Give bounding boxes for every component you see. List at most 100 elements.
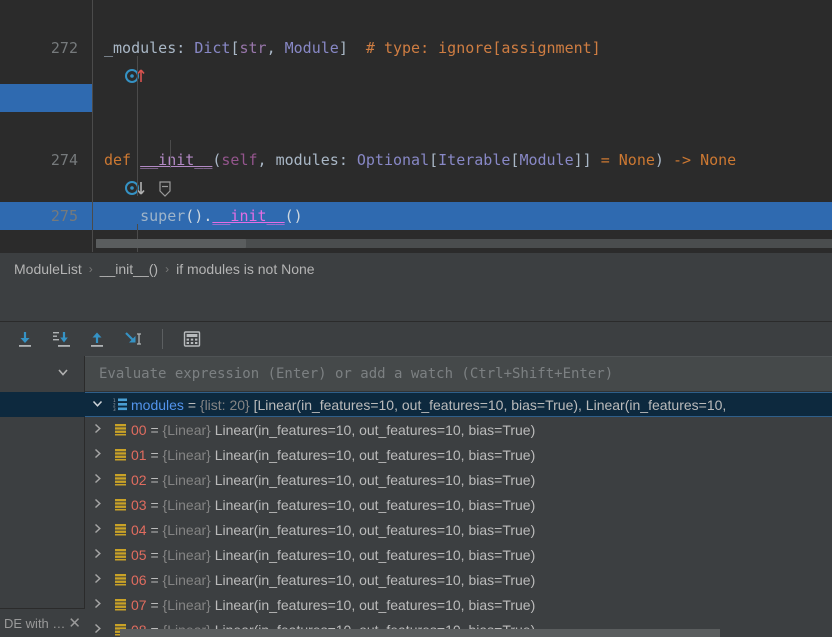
svg-text:3: 3: [113, 407, 116, 412]
code-text: super().__init__(): [104, 202, 303, 230]
code-line-271[interactable]: 271: [0, 0, 832, 6]
object-variable-icon: [109, 573, 131, 586]
object-variable-icon: [109, 548, 131, 561]
code-line-273[interactable]: 273: [0, 90, 832, 118]
chevron-right-icon[interactable]: [85, 447, 109, 463]
code-text: def __init__(self, modules: Optional[Ite…: [104, 146, 736, 174]
variable-value: [Linear(in_features=10, out_features=10,…: [254, 397, 727, 413]
override-down-icon[interactable]: [52, 146, 78, 174]
variable-equals: =: [150, 472, 158, 488]
variable-value: Linear(in_features=10, out_features=10, …: [215, 422, 536, 438]
panel-spacer: [0, 284, 832, 322]
status-text: DE with …: [4, 616, 65, 631]
object-variable-icon: [109, 423, 131, 436]
status-notification-chip[interactable]: DE with … ✕: [0, 608, 85, 637]
breadcrumb-separator-icon: ›: [89, 262, 93, 276]
variable-index: 03: [131, 497, 147, 513]
close-icon[interactable]: ✕: [68, 614, 81, 632]
object-variable-icon: [109, 448, 131, 461]
step-over-icon[interactable]: [10, 325, 40, 353]
breadcrumb-item-statement[interactable]: if modules is not None: [176, 261, 315, 277]
evaluate-expression-bar: Evaluate expression (Enter) or add a wat…: [0, 356, 832, 392]
fold-collapse-icon[interactable]: [84, 146, 102, 174]
frames-panel[interactable]: [0, 392, 85, 637]
variable-value: Linear(in_features=10, out_features=10, …: [215, 497, 536, 513]
chevron-down-icon[interactable]: [56, 365, 70, 384]
breadcrumb-item-class[interactable]: ModuleList: [14, 261, 82, 277]
override-up-icon[interactable]: [52, 34, 78, 62]
variable-index: 04: [131, 522, 147, 538]
step-out-icon[interactable]: [82, 325, 112, 353]
object-variable-icon: [109, 523, 131, 536]
variable-index: 06: [131, 572, 147, 588]
frames-panel-selected-strip: [0, 392, 85, 417]
variable-value: Linear(in_features=10, out_features=10, …: [215, 597, 536, 613]
variable-index: 05: [131, 547, 147, 563]
gutter-divider: [92, 0, 93, 252]
chevron-right-icon[interactable]: [85, 422, 109, 438]
variables-panel[interactable]: 1 2 3 modules = {list: 20} [Linear(in_fe…: [0, 392, 832, 637]
editor-hscrollbar-thumb[interactable]: [96, 239, 246, 248]
variable-row[interactable]: 01 = {Linear} Linear(in_features=10, out…: [85, 442, 832, 467]
variable-value: Linear(in_features=10, out_features=10, …: [215, 572, 536, 588]
variable-type: {Linear}: [163, 422, 211, 438]
variable-equals: =: [150, 547, 158, 563]
debugger-toolbar: [0, 322, 832, 356]
variable-equals: =: [150, 497, 158, 513]
variable-equals: =: [150, 447, 158, 463]
variable-type: {Linear}: [163, 447, 211, 463]
variable-equals: =: [150, 597, 158, 613]
chevron-right-icon[interactable]: [85, 497, 109, 513]
chevron-right-icon[interactable]: [85, 547, 109, 563]
code-line-275[interactable]: 275 super().__init__(): [0, 202, 832, 230]
toolbar-separator: [162, 329, 163, 349]
chevron-right-icon[interactable]: [85, 472, 109, 488]
variable-row[interactable]: 06 = {Linear} Linear(in_features=10, out…: [85, 567, 832, 592]
variable-name: modules: [131, 397, 184, 413]
breadcrumb: ModuleList › __init__() › if modules is …: [0, 252, 832, 284]
evaluate-expression-input[interactable]: Evaluate expression (Enter) or add a wat…: [85, 356, 832, 392]
run-to-cursor-icon[interactable]: [118, 325, 148, 353]
variable-value: Linear(in_features=10, out_features=10, …: [215, 522, 536, 538]
variable-equals: =: [150, 572, 158, 588]
object-variable-icon: [109, 598, 131, 611]
chevron-right-icon[interactable]: [85, 572, 109, 588]
variable-row-root[interactable]: 1 2 3 modules = {list: 20} [Linear(in_fe…: [85, 392, 832, 417]
variable-value: Linear(in_features=10, out_features=10, …: [215, 447, 536, 463]
variable-type: {list: 20}: [200, 397, 250, 413]
variable-index: 01: [131, 447, 147, 463]
variable-index: 07: [131, 597, 147, 613]
evaluate-expression-icon[interactable]: [177, 325, 207, 353]
line-number: 275: [0, 202, 78, 230]
variable-row[interactable]: 04 = {Linear} Linear(in_features=10, out…: [85, 517, 832, 542]
step-into-icon[interactable]: [46, 325, 76, 353]
variable-equals: =: [150, 522, 158, 538]
chevron-right-icon[interactable]: [85, 622, 109, 637]
evaluate-placeholder: Evaluate expression (Enter) or add a wat…: [99, 366, 613, 382]
code-line-274[interactable]: 274 def __init__(self, modules: Optional…: [0, 146, 832, 174]
variable-index: 00: [131, 422, 147, 438]
chevron-right-icon[interactable]: [85, 522, 109, 538]
variable-type: {Linear}: [163, 547, 211, 563]
chevron-right-icon[interactable]: [85, 597, 109, 613]
variable-row[interactable]: 03 = {Linear} Linear(in_features=10, out…: [85, 492, 832, 517]
variable-type: {Linear}: [163, 497, 211, 513]
variable-value: Linear(in_features=10, out_features=10, …: [215, 547, 536, 563]
variable-type: {Linear}: [163, 572, 211, 588]
variable-type: {Linear}: [163, 472, 211, 488]
variable-type: {Linear}: [163, 522, 211, 538]
variable-row[interactable]: 05 = {Linear} Linear(in_features=10, out…: [85, 542, 832, 567]
object-variable-icon: [109, 498, 131, 511]
code-text: _modules: Dict[str, Module] # type: igno…: [104, 34, 601, 62]
chevron-down-icon[interactable]: [85, 397, 109, 413]
code-editor[interactable]: 271 272 _modules: Dict[str, Module] # ty…: [0, 0, 832, 252]
code-line-272[interactable]: 272 _modules: Dict[str, Module] # type: …: [0, 34, 832, 62]
breadcrumb-item-method[interactable]: __init__(): [100, 261, 158, 277]
variable-type: {Linear}: [163, 597, 211, 613]
frames-collapse-area[interactable]: [0, 356, 85, 392]
variable-value: Linear(in_features=10, out_features=10, …: [215, 472, 536, 488]
variable-row[interactable]: 07 = {Linear} Linear(in_features=10, out…: [85, 592, 832, 617]
variable-row[interactable]: 02 = {Linear} Linear(in_features=10, out…: [85, 467, 832, 492]
variables-hscrollbar[interactable]: [120, 629, 720, 637]
variable-row[interactable]: 00 = {Linear} Linear(in_features=10, out…: [85, 417, 832, 442]
